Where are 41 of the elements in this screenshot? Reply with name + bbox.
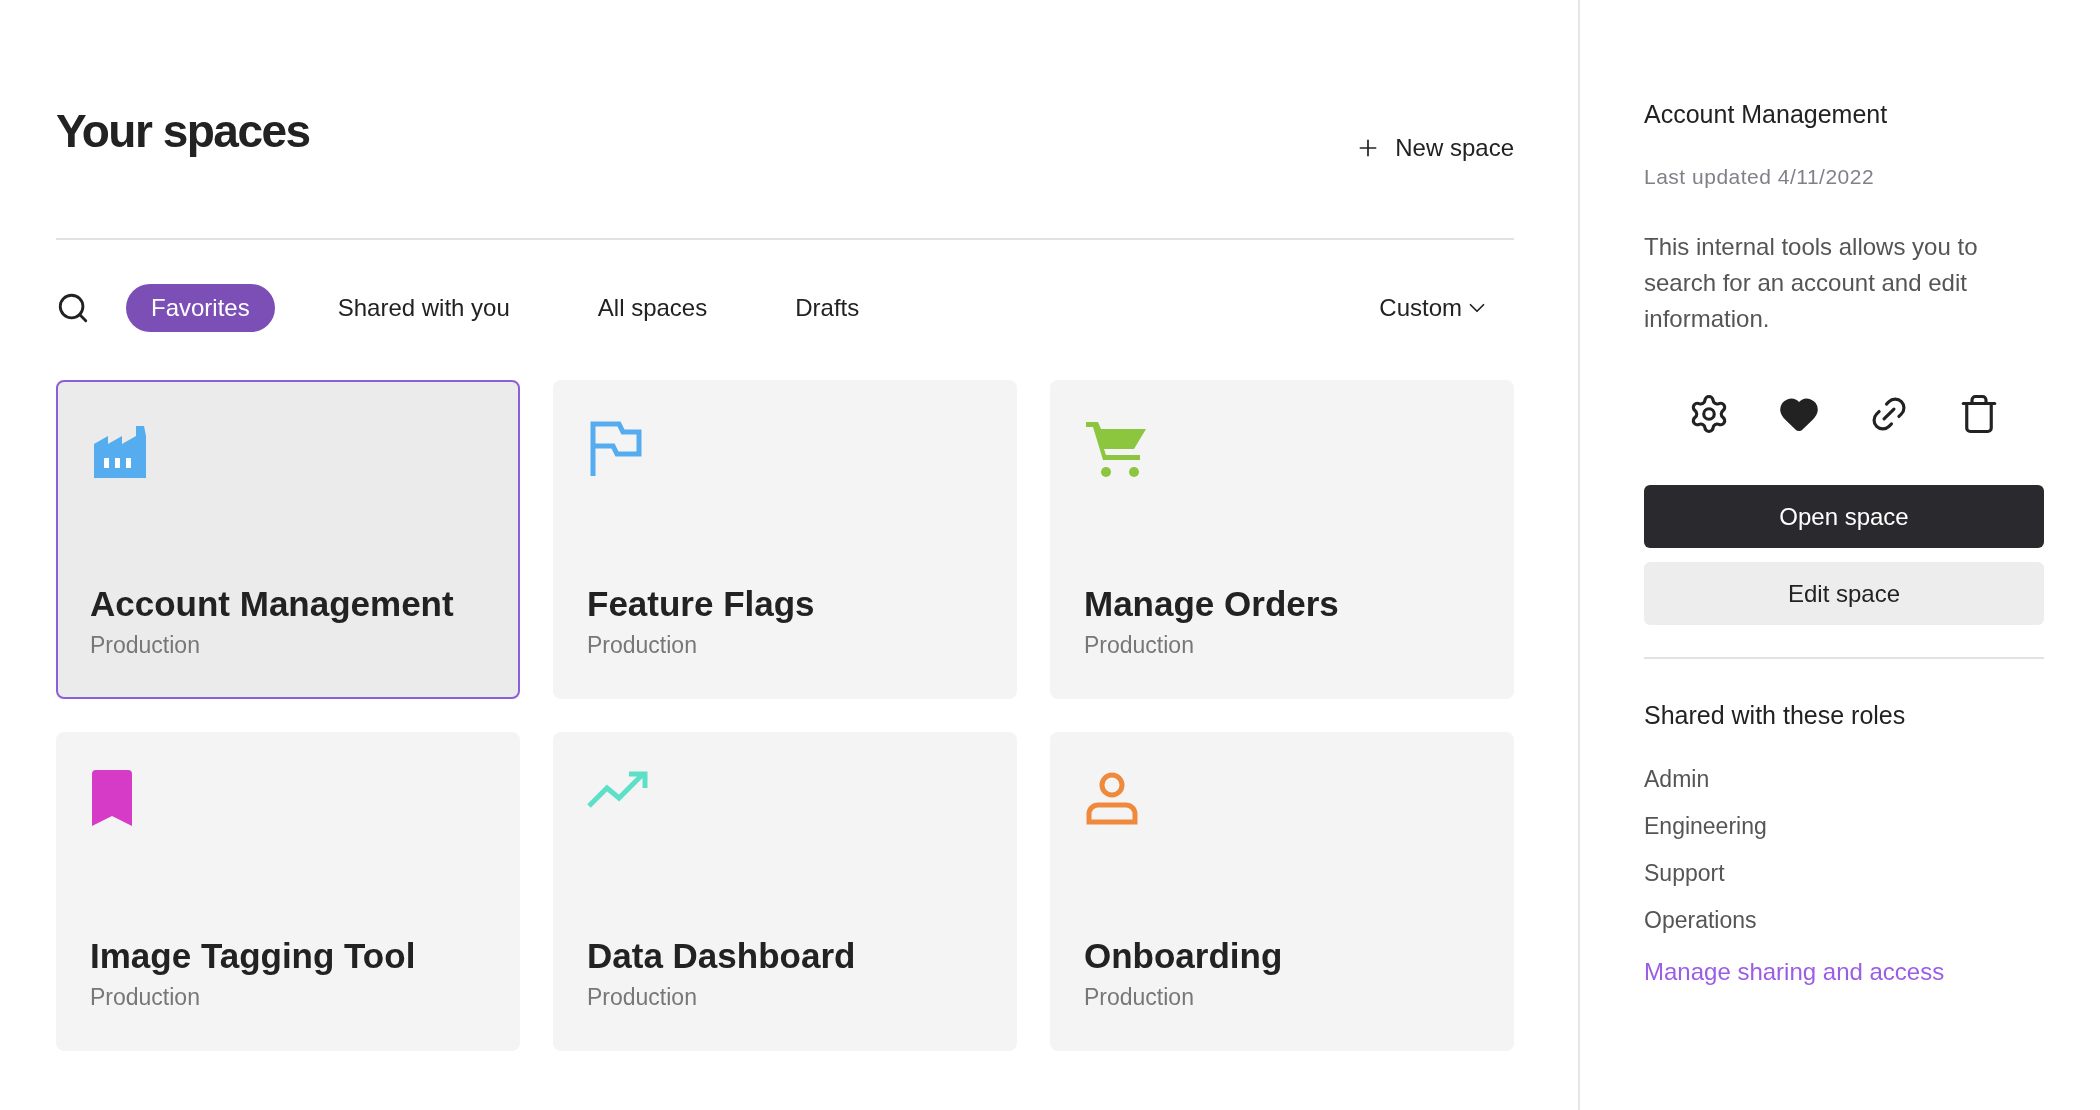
roles-title: Shared with these roles: [1644, 701, 1907, 730]
filter-tab[interactable]: All spaces: [572, 284, 733, 332]
search-icon: [56, 291, 90, 325]
search-button[interactable]: [56, 291, 90, 325]
space-name: Onboarding: [1084, 936, 1284, 976]
space-environment: Production: [90, 632, 201, 659]
open-space-button[interactable]: Open space: [1644, 485, 2044, 548]
space-environment: Production: [587, 984, 698, 1011]
filter-tab[interactable]: Shared with you: [312, 284, 535, 332]
person-icon: [1084, 770, 1140, 826]
space-name: Manage Orders: [1084, 584, 1340, 624]
new-space-button[interactable]: New space: [1355, 134, 1514, 162]
space-environment: Production: [587, 632, 698, 659]
details-title: Account Management: [1644, 100, 1889, 129]
space-card[interactable]: Manage Orders Production: [1050, 380, 1514, 699]
page-title: Your spaces: [56, 104, 310, 158]
space-name: Data Dashboard: [587, 936, 857, 976]
bookmark-icon: [90, 770, 134, 826]
space-environment: Production: [90, 984, 201, 1011]
role-item: Engineering: [1644, 813, 1768, 840]
space-card[interactable]: Feature Flags Production: [553, 380, 1017, 699]
filter-tab[interactable]: Favorites: [126, 284, 275, 332]
space-card[interactable]: Account Management Production: [56, 380, 520, 699]
space-environment: Production: [1084, 984, 1195, 1011]
manage-sharing-link[interactable]: Manage sharing and access: [1644, 958, 1945, 986]
space-card[interactable]: Onboarding Production: [1050, 732, 1514, 1051]
sort-dropdown[interactable]: Custom: [1379, 294, 1490, 322]
space-card[interactable]: Data Dashboard Production: [553, 732, 1017, 1051]
last-updated: Last updated 4/11/2022: [1644, 165, 1876, 189]
role-item: Operations: [1644, 907, 1758, 934]
filter-tab[interactable]: Drafts: [770, 284, 885, 332]
space-card[interactable]: Image Tagging Tool Production: [56, 732, 520, 1051]
trend-up-icon: [587, 770, 649, 810]
description: This internal tools allows you to search for an account and edit information.: [1644, 232, 1979, 334]
role-item: Admin: [1644, 766, 1711, 793]
space-environment: Production: [1084, 632, 1195, 659]
space-name: Account Management: [90, 584, 455, 624]
space-name: Feature Flags: [587, 584, 816, 624]
edit-space-button[interactable]: Edit space: [1644, 562, 2044, 625]
space-name: Image Tagging Tool: [90, 936, 417, 976]
role-item: Support: [1644, 860, 1726, 887]
